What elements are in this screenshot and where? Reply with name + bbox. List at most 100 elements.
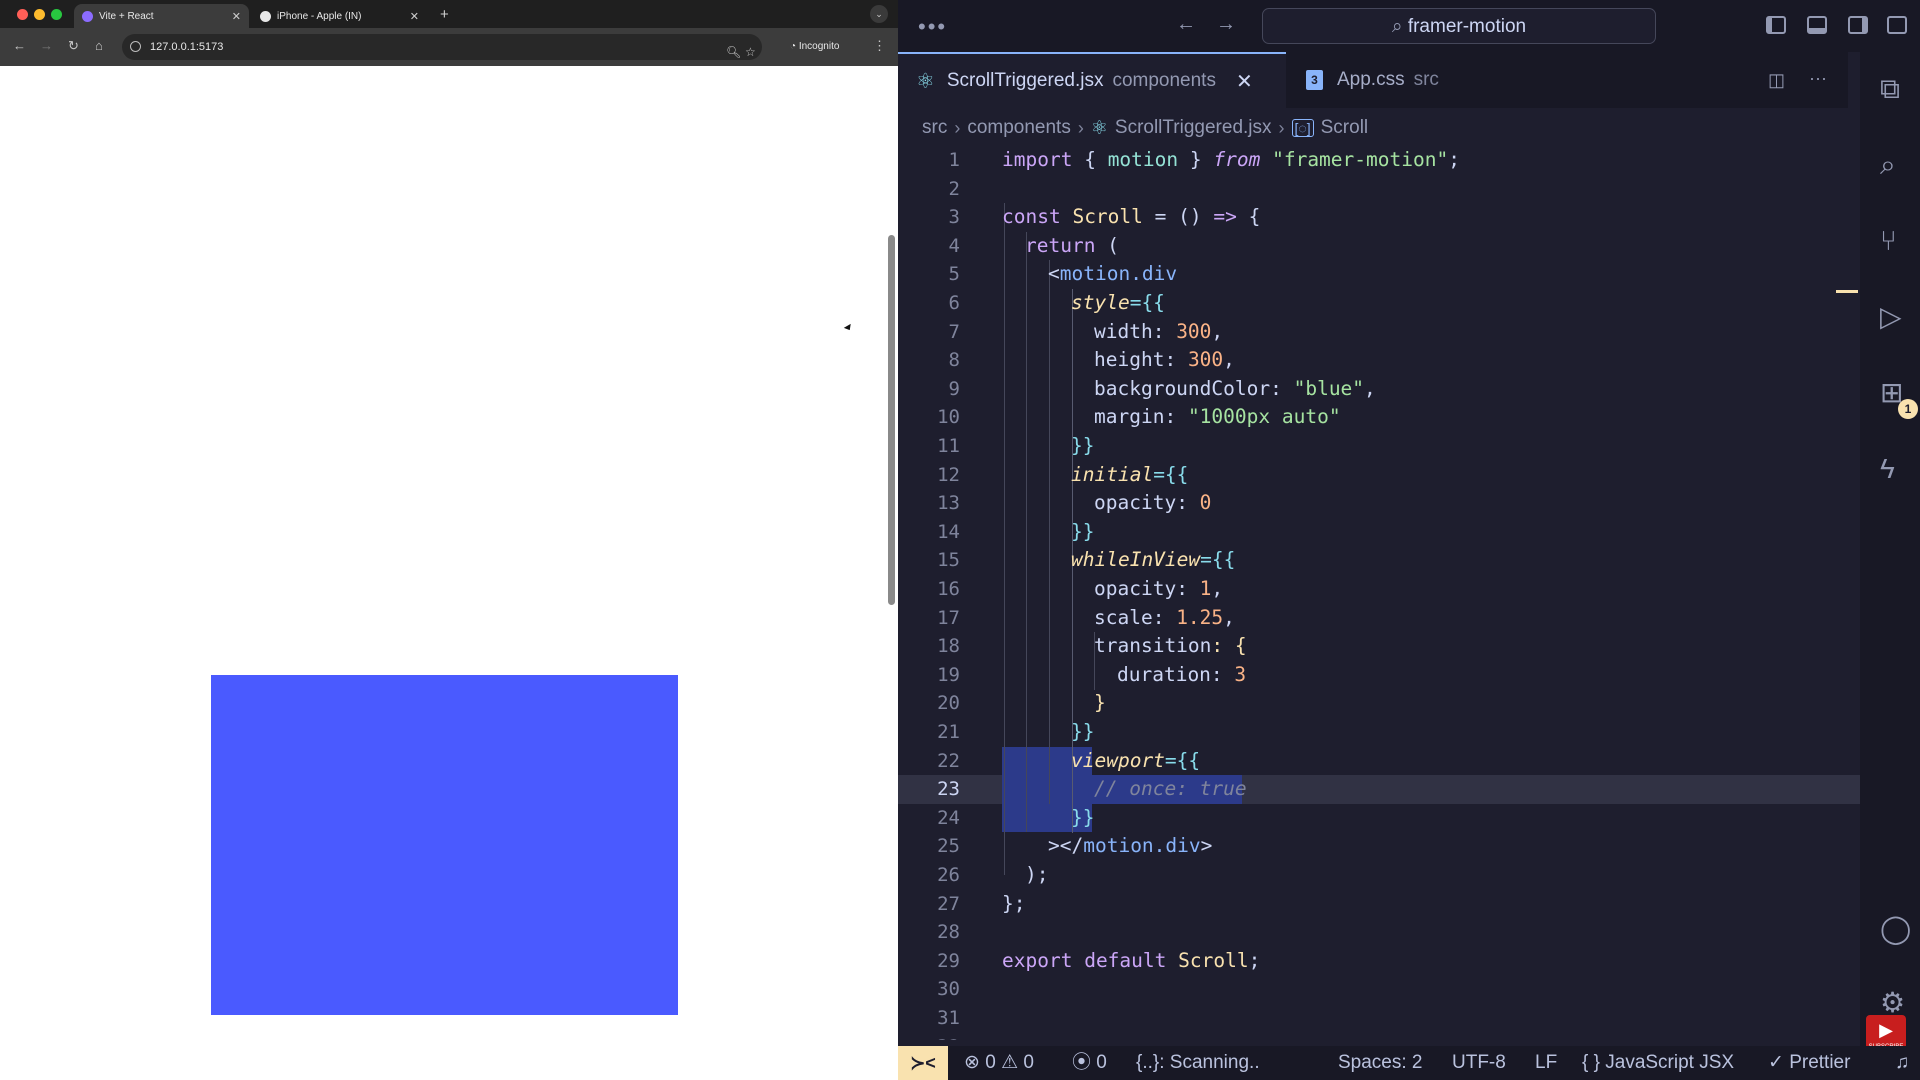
code-line-21: }} bbox=[1071, 720, 1095, 743]
zoom-window-button[interactable] bbox=[51, 9, 62, 20]
forward-arrow-icon[interactable]: → bbox=[1216, 13, 1236, 36]
prettier-status[interactable]: ✓ Prettier bbox=[1768, 1046, 1850, 1080]
line-number: 19 bbox=[937, 663, 960, 686]
eol-status[interactable]: LF bbox=[1535, 1046, 1557, 1080]
back-arrow-icon[interactable]: ← bbox=[13, 38, 26, 53]
code-line-10: margin: "1000px auto" bbox=[1094, 405, 1341, 429]
toggle-panel-icon[interactable] bbox=[1807, 16, 1827, 34]
code-line-18: transition: { bbox=[1094, 634, 1247, 658]
line-number: 8 bbox=[948, 349, 960, 372]
react-file-icon: ⚛ bbox=[1090, 117, 1108, 139]
browser-tab-strip: Vite + React ✕ iPhone - Apple (IN) ✕ + ⌄ bbox=[0, 0, 898, 28]
browser-tab-title: Vite + React bbox=[99, 10, 154, 22]
ports-count: 0 bbox=[1096, 1052, 1107, 1073]
minimize-window-button[interactable] bbox=[34, 9, 45, 20]
more-actions-icon[interactable]: ··· bbox=[1809, 68, 1827, 89]
home-icon[interactable]: ⌂ bbox=[95, 38, 103, 53]
explorer-files-icon[interactable]: ⧉ bbox=[1880, 74, 1900, 104]
code-editor[interactable]: 1 2 3 4 5 6 7 8 9 10 11 12 13 14 15 16 17 18 19 20 21 22 23 24 2… bbox=[898, 146, 1860, 1040]
code-line-27: }; bbox=[1002, 891, 1026, 915]
code-line-13: opacity: 0 bbox=[1094, 491, 1212, 515]
incognito-label: Incognito bbox=[798, 41, 840, 52]
page-scrollbar-thumb[interactable] bbox=[888, 235, 895, 605]
accounts-icon[interactable]: ◯ bbox=[1880, 914, 1911, 944]
tab-search-button[interactable]: ⌄ bbox=[870, 5, 888, 23]
code-line-22: viewport={{ bbox=[1071, 748, 1201, 772]
line-number: 3 bbox=[948, 206, 960, 229]
incognito-icon: ◔ bbox=[790, 41, 799, 52]
close-window-button[interactable] bbox=[17, 9, 28, 20]
editor-tab-app-css[interactable]: 3 App.css src bbox=[1306, 52, 1506, 108]
browser-menu-icon[interactable]: ⋮ bbox=[873, 38, 886, 54]
browser-tab-vite-react[interactable]: Vite + React ✕ bbox=[74, 4, 249, 28]
line-number: 14 bbox=[937, 520, 960, 543]
chevron-right-icon: › bbox=[1077, 117, 1084, 138]
more-dots-icon[interactable]: ••• bbox=[918, 14, 947, 40]
ports-status[interactable]: ⦿ 0 bbox=[1072, 1046, 1107, 1080]
editor-tab-dir: src bbox=[1413, 69, 1439, 90]
toggle-primary-sidebar-icon[interactable] bbox=[1766, 16, 1786, 34]
close-tab-icon[interactable]: ✕ bbox=[410, 10, 419, 23]
indent-guide bbox=[1026, 232, 1027, 832]
settings-gear-icon[interactable]: ⚙ bbox=[1880, 988, 1905, 1018]
incognito-indicator[interactable]: ◔ Incognito bbox=[790, 34, 839, 60]
notifications-bell-icon[interactable]: ♫ bbox=[1895, 1046, 1909, 1080]
source-control-icon[interactable]: ⑂ bbox=[1880, 226, 1897, 256]
chevron-right-icon: › bbox=[1278, 117, 1285, 138]
code-line-14: }} bbox=[1071, 519, 1095, 543]
language-mode-status[interactable]: { } JavaScript JSX bbox=[1582, 1046, 1734, 1080]
breadcrumb-symbol[interactable]: Scroll bbox=[1321, 117, 1369, 139]
breadcrumb-file[interactable]: ScrollTriggered.jsx bbox=[1115, 117, 1272, 139]
chevron-right-icon: › bbox=[954, 117, 961, 138]
toggle-secondary-sidebar-icon[interactable] bbox=[1848, 16, 1868, 34]
lightning-extension-icon[interactable]: ϟ bbox=[1880, 454, 1895, 484]
indentation-status[interactable]: Spaces: 2 bbox=[1338, 1046, 1423, 1080]
encoding-status[interactable]: UTF-8 bbox=[1452, 1046, 1506, 1080]
code-line-24: }} bbox=[1071, 805, 1095, 829]
line-number: 2 bbox=[948, 177, 960, 200]
breadcrumb-src[interactable]: src bbox=[922, 117, 947, 139]
back-arrow-icon[interactable]: ← bbox=[1176, 13, 1196, 36]
language-status-scanning[interactable]: {..}: Scanning.. bbox=[1136, 1046, 1260, 1080]
code-line-12: initial={{ bbox=[1071, 462, 1189, 486]
forward-arrow-icon[interactable]: → bbox=[40, 38, 53, 53]
formatter-name: Prettier bbox=[1789, 1052, 1851, 1073]
bookmark-star-icon[interactable]: ☆ bbox=[745, 39, 756, 65]
split-editor-icon[interactable]: ◫ bbox=[1768, 70, 1785, 91]
search-icon[interactable]: ⌕ bbox=[1880, 150, 1896, 180]
new-tab-button[interactable]: + bbox=[440, 6, 449, 23]
run-debug-icon[interactable]: ▷ bbox=[1880, 302, 1902, 332]
broadcast-icon: ⦿ bbox=[1072, 1052, 1097, 1073]
editor-tab-filename: ScrollTriggered.jsx bbox=[946, 70, 1104, 91]
code-line-26: ); bbox=[1025, 863, 1049, 886]
code-line-9: backgroundColor: "blue", bbox=[1094, 376, 1376, 400]
close-tab-icon[interactable]: ✕ bbox=[232, 10, 241, 23]
line-number: 12 bbox=[937, 463, 960, 486]
browser-toolbar: ← → ↻ ⌂ 127.0.0.1:5173 🔍︎ ☆ ◔ Incognito … bbox=[0, 28, 898, 67]
editor-tab-filename: App.css bbox=[1337, 69, 1405, 90]
command-center-search[interactable]: ⌕ framer-motion bbox=[1262, 8, 1656, 44]
problems-status[interactable]: ⊗ 0 ⚠ 0 bbox=[964, 1046, 1034, 1080]
code-line-6: style={{ bbox=[1071, 291, 1165, 314]
line-number: 24 bbox=[937, 806, 960, 829]
check-double-icon: ✓ bbox=[1768, 1052, 1790, 1073]
title-bar: ••• ← → ⌕ framer-motion bbox=[898, 0, 1920, 52]
close-tab-icon[interactable]: ✕ bbox=[1236, 69, 1253, 94]
line-number: 18 bbox=[937, 635, 960, 658]
browser-window: Vite + React ✕ iPhone - Apple (IN) ✕ + ⌄… bbox=[0, 0, 898, 1080]
reload-icon[interactable]: ↻ bbox=[68, 38, 79, 54]
customize-layout-icon[interactable] bbox=[1887, 16, 1907, 34]
breadcrumb-components[interactable]: components bbox=[967, 117, 1071, 139]
zoom-icon[interactable]: 🔍︎ bbox=[726, 39, 741, 65]
remote-indicator-icon[interactable]: ≻< bbox=[898, 1046, 948, 1080]
error-icon: ⊗ bbox=[964, 1052, 986, 1073]
code-line-25: ></motion.div> bbox=[1048, 834, 1213, 858]
line-number: 10 bbox=[937, 406, 960, 429]
browser-tab-iphone-apple[interactable]: iPhone - Apple (IN) ✕ bbox=[252, 4, 427, 28]
editor-tab-scrolltriggered[interactable]: ⚛ ScrollTriggered.jsx components ✕ bbox=[898, 52, 1286, 108]
code-line-15: whileInView={{ bbox=[1071, 548, 1236, 572]
site-info-icon[interactable] bbox=[130, 41, 141, 52]
address-bar-url: 127.0.0.1:5173 bbox=[150, 41, 224, 53]
line-number: 20 bbox=[937, 692, 960, 715]
address-bar[interactable]: 127.0.0.1:5173 🔍︎ ☆ bbox=[122, 34, 762, 60]
